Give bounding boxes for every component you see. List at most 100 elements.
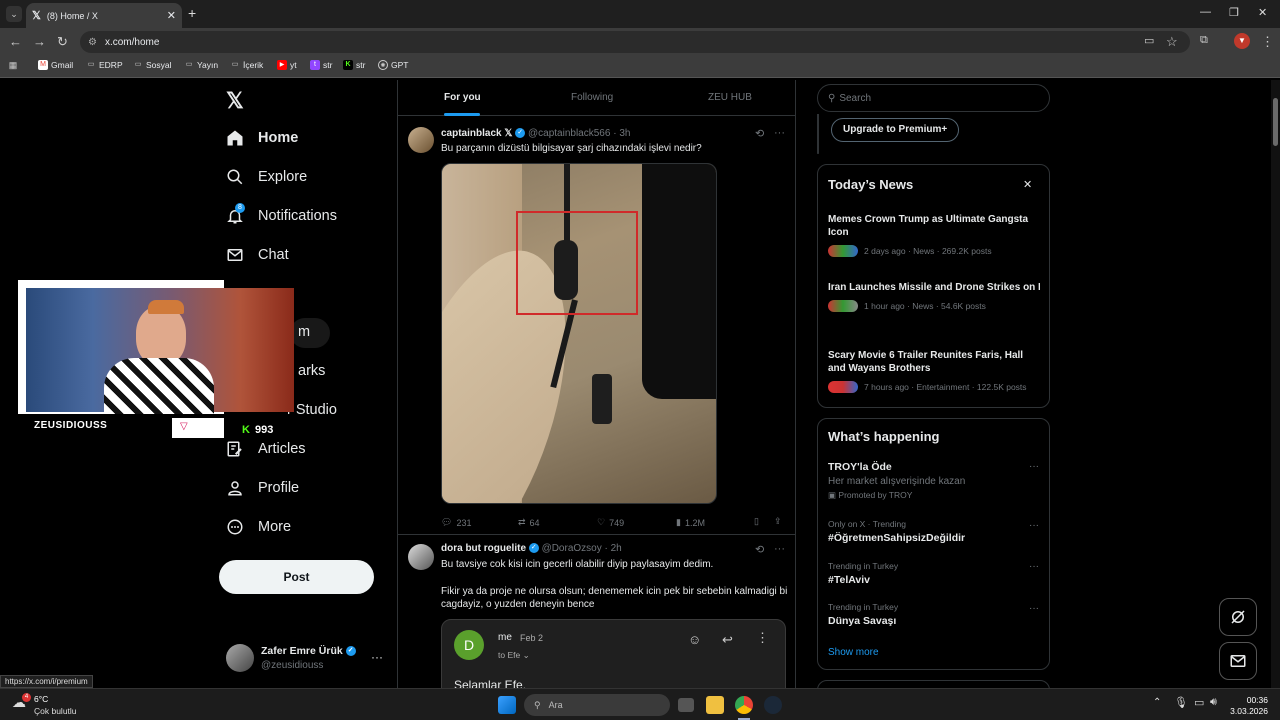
microphone-icon[interactable]: 🎙︎ [1174, 696, 1188, 709]
nav-notifications[interactable]: 8 Notifications [226, 203, 337, 225]
active-tab-indicator [444, 113, 480, 116]
bookmark-icon[interactable]: ▯ [754, 516, 759, 527]
like-button[interactable]: ♡ 749 [597, 517, 624, 528]
tray-chevron-icon[interactable]: ⌃ [1153, 697, 1161, 708]
bookmark-yayin[interactable]: ▭ Yayın [184, 60, 218, 70]
file-explorer-icon[interactable] [706, 696, 724, 714]
network-icon[interactable]: ▭ [1194, 696, 1204, 709]
upgrade-premium-button[interactable]: Upgrade to Premium+ [831, 118, 960, 142]
tab-zeu-hub[interactable]: ZEU HUB [708, 92, 752, 103]
bookmark-icerik[interactable]: ▭ İçerik [230, 60, 264, 70]
address-bar[interactable]: ⚙ x.com/home [80, 31, 1190, 53]
account-switcher[interactable]: Zafer Emre Ürük ✓ [261, 645, 356, 657]
extensions-icon[interactable]: ⧉ [1200, 34, 1208, 47]
nav-bookmarks-partial[interactable]: arks [298, 363, 325, 379]
bookmark-star-icon[interactable]: ☆ [1166, 34, 1178, 50]
close-window-button[interactable]: ✕ [1258, 6, 1267, 19]
tweet-author-handle[interactable]: @captainblack566 · 3h [528, 128, 630, 139]
tab-for-you[interactable]: For you [444, 92, 481, 103]
clock-date[interactable]: 3.03.2026 [1220, 706, 1268, 716]
grok-icon[interactable]: ⟲ [755, 543, 764, 556]
email-screenshot[interactable]: D me Feb 2 to Efe ⌄ ☺ ↩ ⋮ Selamlar Efe, [441, 619, 786, 688]
clock-time[interactable]: 00:36 [1230, 695, 1268, 705]
trend-item[interactable]: Trending in Turkey #TelAviv [828, 561, 1040, 586]
tweet-header: captainblack 𝕏 ✓ @captainblack566 · 3h [441, 128, 630, 139]
trend-more-icon[interactable]: ··· [1029, 603, 1039, 614]
minimize-button[interactable]: — [1200, 6, 1211, 18]
task-view-icon[interactable] [678, 698, 694, 712]
nav-profile[interactable]: Profile [226, 479, 299, 497]
trend-more-icon[interactable]: ··· [1029, 461, 1039, 472]
tweet-image[interactable] [441, 163, 717, 504]
site-info-icon[interactable]: ⚙ [88, 37, 97, 48]
messages-button[interactable] [1219, 642, 1257, 680]
page-scrollbar[interactable] [1271, 80, 1280, 688]
volume-icon[interactable]: 🔊︎ [1210, 696, 1217, 709]
tab-search-button[interactable]: ⌄ [6, 6, 22, 22]
news-item[interactable]: Scary Movie 6 Trailer Reunites Faris, Ha… [828, 349, 1040, 393]
chrome-icon[interactable] [735, 696, 753, 714]
trend-more-icon[interactable]: ··· [1029, 561, 1039, 572]
news-item[interactable]: Memes Crown Trump as Ultimate Gangsta Ic… [828, 213, 1040, 257]
tweet-author-name[interactable]: dora but roguelite [441, 543, 526, 554]
analytics-icon: ▮ [676, 517, 681, 527]
reply-button[interactable]: 💬︎ 231 [441, 517, 471, 528]
x-logo-icon[interactable]: 𝕏 [226, 88, 244, 114]
post-button[interactable]: Post [219, 560, 374, 594]
grok-icon[interactable]: ⟲ [755, 127, 764, 140]
bookmark-gpt[interactable]: ✺ GPT [378, 60, 408, 70]
trend-item-promoted[interactable]: TROY'la Öde Her market alışverişinde kaz… [828, 461, 1040, 501]
email-avatar: D [454, 630, 484, 660]
bookmark-gmail[interactable]: M Gmail [38, 60, 73, 70]
news-item[interactable]: Iran Launches Missile and Drone Strikes … [828, 281, 1040, 312]
tweet-card[interactable]: dora but roguelite ✓ @DoraOzsoy · 2h ⟲ ·… [398, 536, 795, 688]
taskbar-search[interactable]: ⚲ Ara [524, 694, 670, 716]
nav-articles[interactable]: Articles [226, 440, 306, 458]
steam-icon[interactable] [764, 696, 782, 714]
nav-premium-partial[interactable]: m [298, 324, 310, 340]
trend-item[interactable]: Only on X · Trending #ÖğretmenSahipsizDe… [828, 519, 1040, 544]
show-more-link[interactable]: Show more [828, 647, 879, 658]
views-button[interactable]: ▮ 1.2M [676, 517, 705, 528]
forward-icon[interactable]: → [33, 34, 46, 49]
nav-creator-studio-partial[interactable]: r Studio [287, 402, 337, 418]
scrollbar-thumb[interactable] [1273, 98, 1278, 146]
retweet-button[interactable]: ⇄ 64 [518, 517, 540, 528]
account-more-icon[interactable]: ··· [371, 650, 383, 664]
bookmark-kick[interactable]: Kstr [343, 60, 365, 70]
trend-item[interactable]: Trending in Turkey Dünya Savaşı [828, 602, 1040, 627]
nav-chat[interactable]: Chat [226, 246, 289, 264]
tweet-card[interactable]: captainblack 𝕏 ✓ @captainblack566 · 3h ⟲… [398, 117, 795, 535]
bookmark-twitch[interactable]: t str [310, 60, 332, 70]
tweet-author-handle[interactable]: @DoraOzsoy · 2h [542, 543, 622, 554]
bookmark-yt[interactable]: ▶ yt [277, 60, 297, 70]
apps-icon[interactable]: ▦ [8, 60, 18, 70]
restore-button[interactable]: ❐ [1229, 6, 1239, 19]
tweet-author-name[interactable]: captainblack [441, 128, 502, 139]
profile-avatar-icon[interactable]: ▼ [1234, 33, 1250, 49]
tweet-more-icon[interactable]: ··· [774, 127, 785, 139]
grok-button[interactable] [1219, 598, 1257, 636]
new-tab-button[interactable]: + [188, 5, 196, 21]
close-icon[interactable]: ✕ [1023, 178, 1032, 191]
share-icon[interactable]: ⇪ [774, 516, 782, 527]
tab-following[interactable]: Following [571, 92, 613, 103]
nav-more[interactable]: More [226, 518, 291, 536]
nav-explore[interactable]: Explore [226, 168, 307, 186]
cast-icon[interactable]: ▭ [1144, 34, 1154, 47]
tweet-author-avatar[interactable] [408, 127, 434, 153]
menu-icon[interactable]: ⋮ [1261, 34, 1274, 50]
back-icon[interactable]: ← [9, 34, 22, 49]
tweet-author-avatar[interactable] [408, 544, 434, 570]
start-button[interactable] [498, 696, 516, 714]
browser-tab[interactable]: 𝕏 (8) Home / X ✕ [26, 3, 182, 28]
search-input[interactable]: ⚲ Search [817, 84, 1050, 112]
user-avatar[interactable] [226, 644, 254, 672]
reload-icon[interactable]: ↻ [57, 34, 68, 50]
close-tab-icon[interactable]: ✕ [167, 9, 176, 22]
bookmark-sosyal[interactable]: ▭ Sosyal [133, 60, 172, 70]
nav-home[interactable]: Home [226, 129, 298, 147]
tweet-more-icon[interactable]: ··· [774, 543, 785, 555]
bookmark-edrp[interactable]: ▭ EDRP [86, 60, 123, 70]
trend-more-icon[interactable]: ··· [1029, 520, 1039, 531]
